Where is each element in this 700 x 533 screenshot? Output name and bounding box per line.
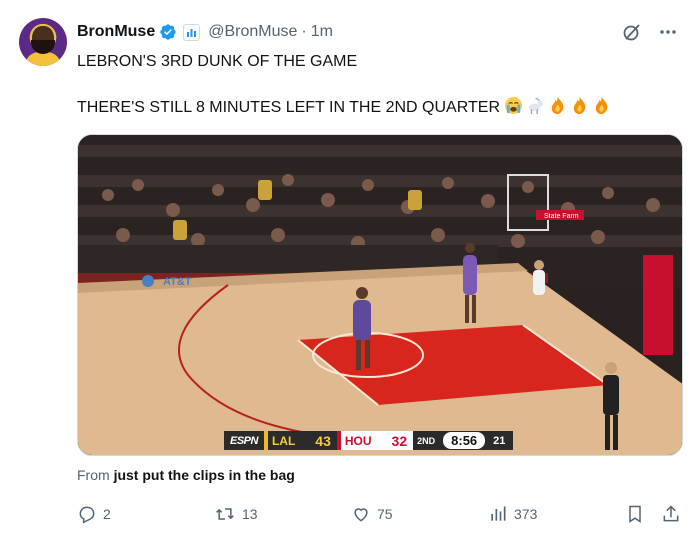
tweet-text-line-1: LEBRON'S 3RD DUNK OF THE GAME — [77, 53, 358, 70]
views-chart-icon — [491, 506, 506, 521]
game-clock-value: 8:56 — [443, 432, 486, 449]
more-options-icon[interactable] — [658, 22, 678, 42]
bookmark-button[interactable] — [625, 503, 645, 525]
home-team-name: HOU — [344, 433, 372, 448]
like-button[interactable]: 75 — [351, 503, 393, 525]
source-attribution: From just put the clips in the bag — [77, 467, 295, 483]
home-team-score: HOU 32 — [336, 431, 414, 450]
share-icon — [663, 505, 679, 522]
tweet-timestamp[interactable]: 1m — [311, 23, 333, 41]
repost-icon — [216, 508, 234, 520]
heart-icon — [354, 508, 368, 522]
reply-button[interactable]: 2 — [77, 503, 111, 525]
tweet-action-bar: 2 13 75 373 — [77, 503, 683, 525]
verified-badge-icon[interactable] — [159, 23, 177, 41]
repost-count: 13 — [242, 506, 258, 522]
tweet-header: BronMuse @BronMuse · 1m — [77, 20, 333, 44]
video-player[interactable]: AT&T State Farm ESPN LAL 43 HOU 32 2ND 8… — [77, 134, 683, 456]
home-score: 32 — [391, 432, 408, 449]
tweet-text-line-2-content: THERE'S STILL 8 MINUTES LEFT IN THE 2ND … — [77, 99, 500, 116]
scoreboard-overlay: ESPN LAL 43 HOU 32 2ND 8:56 21 — [224, 431, 514, 450]
view-count: 373 — [514, 506, 538, 522]
shot-clock: 21 — [489, 431, 514, 450]
goat-icon — [528, 97, 544, 115]
sponsor-text: State Farm — [544, 213, 579, 220]
views-button[interactable]: 373 — [488, 503, 537, 525]
player-white — [533, 260, 545, 295]
fire-icon — [573, 96, 586, 115]
reply-icon — [79, 506, 95, 524]
source-prefix: From — [77, 467, 110, 483]
source-link[interactable]: just put the clips in the bag — [114, 467, 295, 483]
loudly-crying-face-icon — [504, 96, 523, 115]
affiliate-badge-icon[interactable] — [183, 23, 201, 41]
away-team-name: LAL — [271, 433, 296, 448]
basketball-video-frame: AT&T State Farm — [78, 135, 682, 455]
away-team-score: LAL 43 — [263, 431, 337, 450]
avatar[interactable] — [19, 18, 67, 66]
grok-icon[interactable] — [622, 22, 642, 42]
bookmark-icon — [629, 505, 641, 523]
like-count: 75 — [377, 506, 393, 522]
separator-dot: · — [301, 23, 307, 40]
away-score: 43 — [315, 432, 331, 449]
author-handle[interactable]: @BronMuse — [208, 23, 297, 41]
tweet-text-line-2: THERE'S STILL 8 MINUTES LEFT IN THE 2ND … — [77, 96, 611, 118]
share-button[interactable] — [661, 503, 681, 525]
fire-icon — [551, 96, 564, 115]
network-logo: ESPN — [224, 431, 264, 450]
repost-button[interactable]: 13 — [214, 503, 258, 525]
author-name[interactable]: BronMuse — [77, 23, 155, 41]
tweet-top-actions — [622, 22, 678, 42]
fire-icon — [595, 96, 608, 115]
game-clock: 8:56 — [439, 431, 490, 450]
reply-count: 2 — [103, 506, 111, 522]
quarter-indicator: 2ND — [413, 431, 440, 450]
court-logo-text: AT&T — [163, 276, 192, 288]
emoji-group — [504, 96, 611, 115]
